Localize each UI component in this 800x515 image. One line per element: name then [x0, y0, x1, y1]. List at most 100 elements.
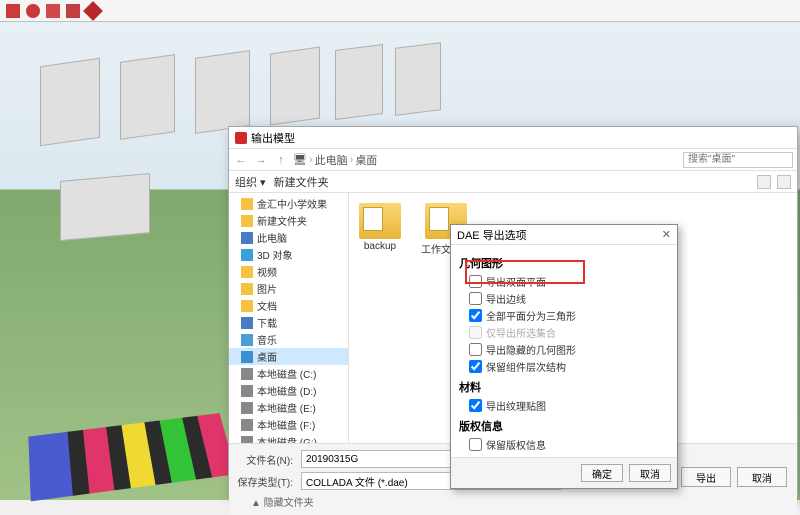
sidebar-item[interactable]: 本地磁盘 (D:) — [229, 382, 348, 399]
option-checkbox[interactable]: 导出隐藏的几何图形 — [459, 341, 669, 358]
view-icon[interactable] — [757, 175, 771, 189]
sidebar-item-label: 桌面 — [257, 349, 277, 364]
sidebar-item[interactable]: 图片 — [229, 280, 348, 297]
cancel-button[interactable]: 取消 — [737, 467, 787, 487]
option-checkbox[interactable]: 保留版权信息 — [459, 436, 669, 453]
sidebar-item[interactable]: 3D 对象 — [229, 246, 348, 263]
search-input[interactable] — [683, 152, 793, 168]
sidebar-item-label: 本地磁盘 (E:) — [257, 400, 316, 415]
folder-icon — [241, 249, 253, 261]
sidebar-item[interactable]: 本地磁盘 (C:) — [229, 365, 348, 382]
checkbox[interactable] — [469, 292, 482, 305]
sidebar-item-label: 3D 对象 — [257, 247, 293, 262]
checkbox[interactable] — [469, 343, 482, 356]
checkbox[interactable] — [469, 360, 482, 373]
checkbox[interactable] — [469, 399, 482, 412]
sidebar-item-label: 图片 — [257, 281, 277, 296]
group-geometry: 几何图形 — [459, 255, 669, 271]
folder-icon — [241, 266, 253, 278]
ok-button[interactable]: 确定 — [581, 464, 623, 482]
sidebar-item-label: 本地磁盘 (C:) — [257, 366, 316, 381]
organize-button[interactable]: 组织 ▾ — [235, 174, 266, 190]
option-label: 导出双面平面 — [486, 274, 546, 289]
folder-icon — [241, 198, 253, 210]
option-label: 保留版权信息 — [486, 437, 546, 452]
folder-icon — [241, 436, 253, 444]
sidebar-item[interactable]: 此电脑 — [229, 229, 348, 246]
checkbox[interactable] — [469, 309, 482, 322]
cancel-button[interactable]: 取消 — [629, 464, 671, 482]
sidebar-item-label: 音乐 — [257, 332, 277, 347]
sidebar-item-label: 本地磁盘 (F:) — [257, 417, 315, 432]
dialog-titlebar[interactable]: 输出模型 — [229, 127, 797, 149]
group-material: 材料 — [459, 379, 669, 395]
options-titlebar[interactable]: DAE 导出选项 ✕ — [451, 225, 677, 245]
filename-label: 文件名(N): — [237, 452, 293, 467]
tool-gift-icon[interactable] — [66, 4, 80, 18]
checkbox — [469, 326, 482, 339]
folder-icon — [241, 215, 253, 227]
sidebar-item-label: 本地磁盘 (G:) — [257, 434, 317, 443]
sidebar-item-label: 此电脑 — [257, 230, 287, 245]
back-button[interactable]: ← — [233, 152, 249, 168]
dialog-title: 输出模型 — [251, 130, 295, 146]
building — [40, 58, 100, 146]
pc-icon: 🖥 — [293, 153, 307, 166]
sidebar-item[interactable]: 音乐 — [229, 331, 348, 348]
option-checkbox[interactable]: 导出边线 — [459, 290, 669, 307]
option-checkbox[interactable]: 导出纹理贴图 — [459, 397, 669, 414]
sidebar-item-label: 视频 — [257, 264, 277, 279]
option-label: 全部平面分为三角形 — [486, 308, 576, 323]
app-icon — [235, 132, 247, 144]
colorful-building — [28, 413, 236, 501]
file-item[interactable]: backup — [359, 203, 401, 252]
help-icon[interactable] — [777, 175, 791, 189]
sidebar-item-label: 新建文件夹 — [257, 213, 307, 228]
sidebar-item[interactable]: 视频 — [229, 263, 348, 280]
up-button[interactable]: ↑ — [273, 152, 289, 168]
building — [60, 173, 150, 241]
filetype-label: 保存类型(T): — [237, 474, 293, 489]
tool-ruby-icon[interactable] — [83, 1, 103, 21]
tool-cube-icon[interactable] — [46, 4, 60, 18]
forward-button[interactable]: → — [253, 152, 269, 168]
sidebar-item-label: 金汇中小学效果 — [257, 196, 327, 211]
sidebar-item[interactable]: 桌面 — [229, 348, 348, 365]
sidebar-item[interactable]: 本地磁盘 (G:) — [229, 433, 348, 443]
breadcrumb[interactable]: 🖥 › 此电脑 › 桌面 — [293, 152, 679, 168]
export-button[interactable]: 导出 — [681, 467, 731, 487]
option-checkbox[interactable]: 保留组件层次结构 — [459, 358, 669, 375]
sidebar-item[interactable]: 金汇中小学效果 — [229, 195, 348, 212]
newfolder-button[interactable]: 新建文件夹 — [274, 174, 329, 190]
option-label: 仅导出所选集合 — [486, 325, 556, 340]
checkbox[interactable] — [469, 438, 482, 451]
sidebar-item-label: 文档 — [257, 298, 277, 313]
option-checkbox[interactable]: 导出双面平面 — [459, 273, 669, 290]
folder-icon — [241, 419, 253, 431]
sidebar-item[interactable]: 本地磁盘 (F:) — [229, 416, 348, 433]
option-label: 导出纹理贴图 — [486, 398, 546, 413]
option-checkbox[interactable]: 全部平面分为三角形 — [459, 307, 669, 324]
folder-icon — [241, 368, 253, 380]
option-label: 保留组件层次结构 — [486, 359, 566, 374]
sidebar-item[interactable]: 新建文件夹 — [229, 212, 348, 229]
folder-icon — [241, 232, 253, 244]
tool-prefs-icon[interactable] — [26, 4, 40, 18]
sidebar-item[interactable]: 下载 — [229, 314, 348, 331]
building — [270, 46, 320, 125]
folder-icon — [241, 300, 253, 312]
folder-tree[interactable]: 金汇中小学效果新建文件夹此电脑 3D 对象视频图片文档下载音乐桌面本地磁盘 (C:… — [229, 193, 349, 443]
sidebar-item[interactable]: 本地磁盘 (E:) — [229, 399, 348, 416]
option-checkbox: 仅导出所选集合 — [459, 324, 669, 341]
hide-folders-toggle[interactable]: ▲ 隐藏文件夹 — [237, 494, 789, 509]
folder-icon — [241, 317, 253, 329]
close-icon[interactable]: ✕ — [662, 228, 671, 241]
building — [335, 44, 383, 120]
folder-icon — [241, 351, 253, 363]
sidebar-item[interactable]: 文档 — [229, 297, 348, 314]
checkbox[interactable] — [469, 275, 482, 288]
folder-icon — [241, 402, 253, 414]
tool-cut-icon[interactable] — [6, 4, 20, 18]
option-label: 导出边线 — [486, 291, 526, 306]
file-label: backup — [364, 241, 396, 252]
